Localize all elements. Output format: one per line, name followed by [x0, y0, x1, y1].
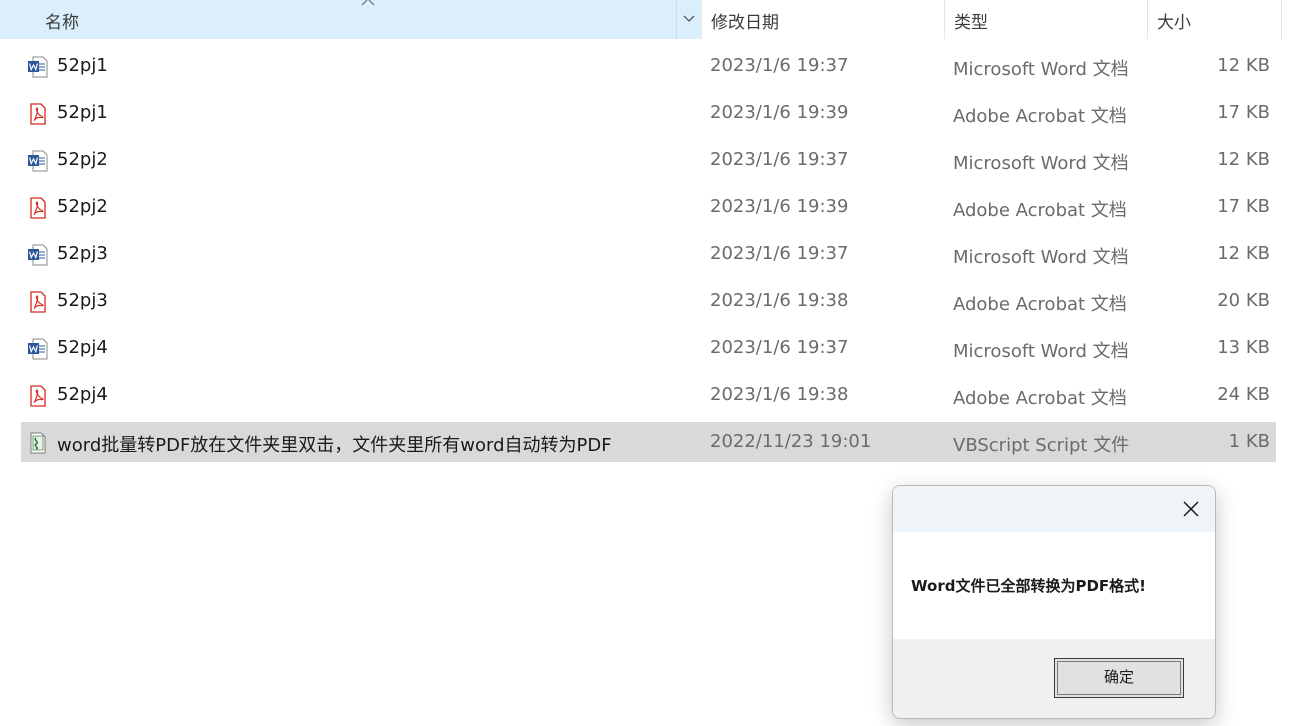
- file-row[interactable]: 52pj1 2023/1/6 19:37 Microsoft Word 文档 12 K…: [21, 46, 1276, 86]
- ok-button[interactable]: 确定: [1054, 658, 1184, 698]
- dialog-message: Word文件已全部转换为PDF格式!: [911, 577, 1146, 595]
- file-name: 52pj3: [57, 243, 108, 264]
- column-date-header[interactable]: 修改日期: [701, 0, 944, 39]
- file-name: 52pj1: [57, 55, 108, 76]
- column-name-header[interactable]: 名称: [0, 0, 701, 39]
- file-size: 12 KB: [1217, 149, 1270, 170]
- file-type: Microsoft Word 文档: [953, 59, 1129, 80]
- file-row[interactable]: 52pj3 2023/1/6 19:38 Adobe Acrobat 文档 20 KB: [21, 281, 1276, 321]
- file-type: Adobe Acrobat 文档: [953, 106, 1127, 127]
- pdf-icon: [27, 197, 49, 219]
- pdf-icon: [27, 291, 49, 313]
- file-type: Adobe Acrobat 文档: [953, 200, 1127, 221]
- column-filter-dropdown[interactable]: [676, 0, 701, 39]
- dialog-footer: 确定: [893, 639, 1215, 718]
- file-size: 17 KB: [1217, 102, 1270, 123]
- word-doc-icon: [28, 150, 48, 172]
- file-size: 1 KB: [1228, 431, 1270, 452]
- word-doc-icon: [28, 338, 48, 360]
- file-date: 2023/1/6 19:39: [710, 102, 849, 123]
- file-type: Adobe Acrobat 文档: [953, 294, 1127, 315]
- file-date: 2023/1/6 19:39: [710, 196, 849, 217]
- column-type-header[interactable]: 类型: [944, 0, 1147, 39]
- word-doc-icon: [28, 56, 48, 78]
- file-date: 2023/1/6 19:37: [710, 243, 849, 264]
- column-header: 名称 修改日期 类型 大小: [0, 0, 1291, 39]
- file-type: Microsoft Word 文档: [953, 247, 1129, 268]
- pdf-icon: [30, 103, 46, 125]
- pdf-icon: [27, 385, 49, 407]
- file-date: 2023/1/6 19:37: [710, 149, 849, 170]
- file-size: 24 KB: [1217, 384, 1270, 405]
- vbscript-icon: [27, 432, 49, 454]
- file-size: 12 KB: [1217, 55, 1270, 76]
- pdf-icon: [30, 197, 46, 219]
- word-doc-icon: [27, 150, 49, 172]
- word-doc-icon: [27, 56, 49, 78]
- file-name: 52pj2: [57, 196, 108, 217]
- file-date: 2023/1/6 19:37: [710, 55, 849, 76]
- sort-ascending-icon: [361, 0, 375, 6]
- file-type: Adobe Acrobat 文档: [953, 388, 1127, 409]
- pdf-icon: [30, 291, 46, 313]
- file-row[interactable]: 52pj1 2023/1/6 19:39 Adobe Acrobat 文档 17 KB: [21, 93, 1276, 133]
- file-name: word批量转PDF放在文件夹里双击，文件夹里所有word自动转为PDF: [57, 435, 612, 456]
- file-size: 17 KB: [1217, 196, 1270, 217]
- file-name: 52pj2: [57, 149, 108, 170]
- column-name-label: 名称: [45, 13, 79, 33]
- file-row[interactable]: 52pj3 2023/1/6 19:37 Microsoft Word 文档 12 K…: [21, 234, 1276, 274]
- file-explorer: 名称 修改日期 类型 大小 52pj1 2023/1/6 19:37 Microso…: [0, 0, 1291, 726]
- file-type: Microsoft Word 文档: [953, 341, 1129, 362]
- word-doc-icon: [28, 244, 48, 266]
- file-date: 2023/1/6 19:38: [710, 384, 849, 405]
- file-size: 20 KB: [1217, 290, 1270, 311]
- file-row[interactable]: 52pj4 2023/1/6 19:37 Microsoft Word 文档 13 K…: [21, 328, 1276, 368]
- dialog-titlebar[interactable]: [893, 486, 1215, 532]
- column-date-label: 修改日期: [711, 13, 779, 33]
- file-row[interactable]: 52pj2 2023/1/6 19:37 Microsoft Word 文档 12 K…: [21, 140, 1276, 180]
- file-name: 52pj3: [57, 290, 108, 311]
- message-dialog: Word文件已全部转换为PDF格式! 确定: [892, 485, 1216, 719]
- column-type-label: 类型: [954, 13, 988, 33]
- file-name: 52pj4: [57, 384, 108, 405]
- file-type: VBScript Script 文件: [953, 435, 1130, 456]
- file-row[interactable]: 52pj4 2023/1/6 19:38 Adobe Acrobat 文档 24 KB: [21, 375, 1276, 415]
- file-name: 52pj1: [57, 102, 108, 123]
- file-type: Microsoft Word 文档: [953, 153, 1129, 174]
- pdf-icon: [30, 385, 46, 407]
- column-size-header[interactable]: 大小: [1147, 0, 1282, 39]
- file-row[interactable]: word批量转PDF放在文件夹里双击，文件夹里所有word自动转为PDF 2022…: [21, 422, 1276, 462]
- file-size: 13 KB: [1217, 337, 1270, 358]
- file-size: 12 KB: [1217, 243, 1270, 264]
- word-doc-icon: [27, 338, 49, 360]
- vbscript-icon: [30, 432, 46, 454]
- word-doc-icon: [27, 244, 49, 266]
- chevron-down-icon: [683, 15, 695, 22]
- file-date: 2022/11/23 19:01: [710, 431, 872, 452]
- file-date: 2023/1/6 19:38: [710, 290, 849, 311]
- file-name: 52pj4: [57, 337, 108, 358]
- column-size-label: 大小: [1157, 13, 1191, 33]
- file-row[interactable]: 52pj2 2023/1/6 19:39 Adobe Acrobat 文档 17 KB: [21, 187, 1276, 227]
- file-date: 2023/1/6 19:37: [710, 337, 849, 358]
- close-icon[interactable]: [1179, 497, 1203, 521]
- pdf-icon: [27, 103, 49, 125]
